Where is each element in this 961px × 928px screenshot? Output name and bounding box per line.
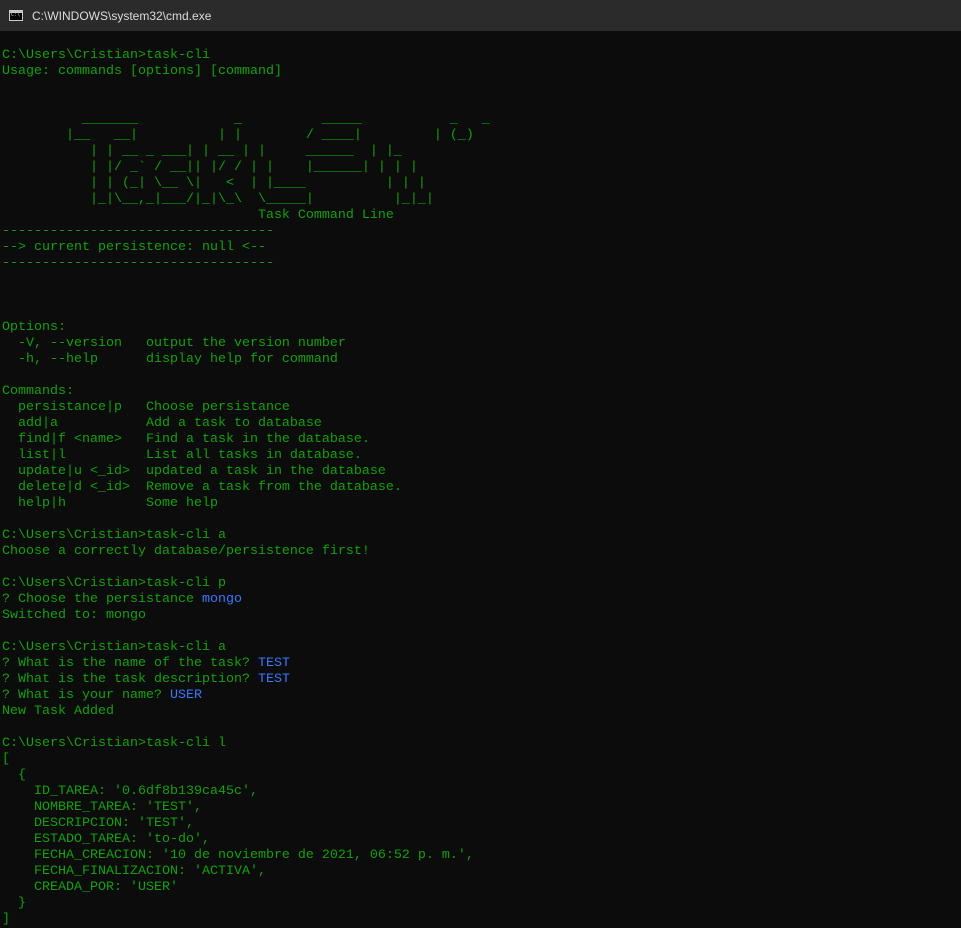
console-line-text: C:\Users\Cristian>task-cli a	[2, 640, 226, 655]
console-line: ? What is the name of the task? TEST	[2, 656, 290, 672]
console-line-text: find|f <name> Find a task in the databas…	[2, 432, 370, 447]
console-line-text: ? What is the name of the task?	[2, 656, 258, 671]
console-line: | | __ _ ___| | __ | | ______ | |_	[2, 144, 402, 160]
console-line: ESTADO_TAREA: 'to-do',	[2, 832, 210, 848]
console-line: find|f <name> Find a task in the databas…	[2, 432, 370, 448]
prompt-answer: TEST	[257, 656, 290, 671]
console-line: FECHA_CREACION: '10 de noviembre de 2021…	[2, 848, 474, 864]
console-line: update|u <_id> updated a task in the dat…	[2, 464, 386, 480]
console-line-text: _______ _ _____ _ _	[2, 112, 490, 127]
console-line: delete|d <_id> Remove a task from the da…	[2, 480, 402, 496]
console-line-text: C:\Users\Cristian>task-cli a	[2, 528, 226, 543]
prompt-answer: USER	[169, 688, 202, 703]
console-line: _______ _ _____ _ _	[2, 112, 490, 128]
console-line-text: Usage: commands [options] [command]	[2, 64, 282, 79]
console-line: ID_TAREA: '0.6df8b139ca45c',	[2, 784, 258, 800]
console-line-text: Choose a correctly database/persistence …	[2, 544, 370, 559]
console-line-text: FECHA_CREACION: '10 de noviembre de 2021…	[2, 848, 474, 863]
console-line: Usage: commands [options] [command]	[2, 64, 282, 80]
console-line-text: --> current persistence: null <--	[2, 240, 266, 255]
console-window-icon	[9, 10, 23, 21]
console-line-text: | | __ _ ___| | __ | | ______ | |_	[2, 144, 402, 159]
console-line-text: Options:	[2, 320, 66, 335]
console-line: NOMBRE_TAREA: 'TEST',	[2, 800, 202, 816]
console-line-text: -V, --version output the version number	[2, 336, 346, 351]
console-line-text: NOMBRE_TAREA: 'TEST',	[2, 800, 202, 815]
console-line: list|l List all tasks in database.	[2, 448, 362, 464]
console-line-text: ----------------------------------	[2, 256, 274, 271]
console-line: }	[2, 896, 26, 912]
console-line: C:\Users\Cristian>task-cli a	[2, 528, 226, 544]
console-line: Commands:	[2, 384, 74, 400]
console-line: FECHA_FINALIZACION: 'ACTIVA',	[2, 864, 266, 880]
console-line: ----------------------------------	[2, 224, 274, 240]
console-line-text: New Task Added	[2, 704, 114, 719]
console-line: |__ __| | | / ____| | (_)	[2, 128, 474, 144]
console-line-text: C:\Users\Cristian>task-cli	[2, 48, 210, 63]
console-line: --> current persistence: null <--	[2, 240, 266, 256]
console-line: | |/ _` / __|| |/ / | | |______| | | |	[2, 160, 418, 176]
console-line: C:\Users\Cristian>task-cli l	[2, 736, 226, 752]
console-line-text: list|l List all tasks in database.	[2, 448, 362, 463]
console-line: persistance|p Choose persistance	[2, 400, 290, 416]
console-line: Choose a correctly database/persistence …	[2, 544, 370, 560]
console-line-text: ? Choose the persistance	[2, 592, 202, 607]
console-line: | | (_| \__ \| < | |____ | | |	[2, 176, 426, 192]
console-line-text: FECHA_FINALIZACION: 'ACTIVA',	[2, 864, 266, 879]
console-line-text: CREADA_POR: 'USER'	[2, 880, 178, 895]
console-line: DESCRIPCION: 'TEST',	[2, 816, 194, 832]
console-output[interactable]: C:\Users\Cristian>task-cli Usage: command…	[0, 31, 961, 928]
console-line: ? Choose the persistance mongo	[2, 592, 242, 608]
console-line-text: -h, --help display help for command	[2, 352, 338, 367]
console-line: C:\Users\Cristian>task-cli	[2, 48, 210, 64]
console-line: add|a Add a task to database	[2, 416, 322, 432]
console-line: C:\Users\Cristian>task-cli p	[2, 576, 226, 592]
title-bar[interactable]: C:\WINDOWS\system32\cmd.exe	[0, 0, 961, 31]
console-line: New Task Added	[2, 704, 114, 720]
console-line-text: ? What is the task description?	[2, 672, 258, 687]
console-line: CREADA_POR: 'USER'	[2, 880, 178, 896]
console-line-text: {	[2, 768, 26, 783]
console-line: Task Command Line	[2, 208, 394, 224]
console-line-text: ? What is your name?	[2, 688, 170, 703]
console-line: -V, --version output the version number	[2, 336, 346, 352]
console-line: |_|\__,_|___/|_|\_\ \_____| |_|_|	[2, 192, 434, 208]
console-line-text: delete|d <_id> Remove a task from the da…	[2, 480, 402, 495]
console-line: ? What is the task description? TEST	[2, 672, 290, 688]
console-line-text: C:\Users\Cristian>task-cli l	[2, 736, 226, 751]
console-line: Switched to: mongo	[2, 608, 146, 624]
console-line-text: ID_TAREA: '0.6df8b139ca45c',	[2, 784, 258, 799]
console-line-text: | | (_| \__ \| < | |____ | | |	[2, 176, 426, 191]
console-line: ? What is your name? USER	[2, 688, 202, 704]
console-line-text: help|h Some help	[2, 496, 218, 511]
console-line-text: ESTADO_TAREA: 'to-do',	[2, 832, 210, 847]
window-title: C:\WINDOWS\system32\cmd.exe	[32, 8, 212, 23]
console-line: Options:	[2, 320, 66, 336]
console-line: ]	[2, 912, 10, 928]
prompt-answer: mongo	[201, 592, 242, 607]
console-line: {	[2, 768, 26, 784]
console-line: help|h Some help	[2, 496, 218, 512]
console-line: -h, --help display help for command	[2, 352, 338, 368]
console-line-text: }	[2, 896, 26, 911]
console-line-text: |_|\__,_|___/|_|\_\ \_____| |_|_|	[2, 192, 434, 207]
console-line-text: persistance|p Choose persistance	[2, 400, 290, 415]
console-line-text: update|u <_id> updated a task in the dat…	[2, 464, 386, 479]
console-line-text: DESCRIPCION: 'TEST',	[2, 816, 194, 831]
console-line-text: [	[2, 752, 10, 767]
console-line: [	[2, 752, 10, 768]
console-line-text: Switched to: mongo	[2, 608, 146, 623]
console-line-text: ]	[2, 912, 10, 927]
console-line: C:\Users\Cristian>task-cli a	[2, 640, 226, 656]
console-line: ----------------------------------	[2, 256, 274, 272]
console-line-text: ----------------------------------	[2, 224, 274, 239]
console-line-text: | |/ _` / __|| |/ / | | |______| | | |	[2, 160, 418, 175]
console-line-text: Task Command Line	[2, 208, 394, 223]
console-line-text: add|a Add a task to database	[2, 416, 322, 431]
prompt-answer: TEST	[257, 672, 290, 687]
console-line-text: |__ __| | | / ____| | (_)	[2, 128, 474, 143]
console-line-text: Commands:	[2, 384, 74, 399]
console-line-text: C:\Users\Cristian>task-cli p	[2, 576, 226, 591]
